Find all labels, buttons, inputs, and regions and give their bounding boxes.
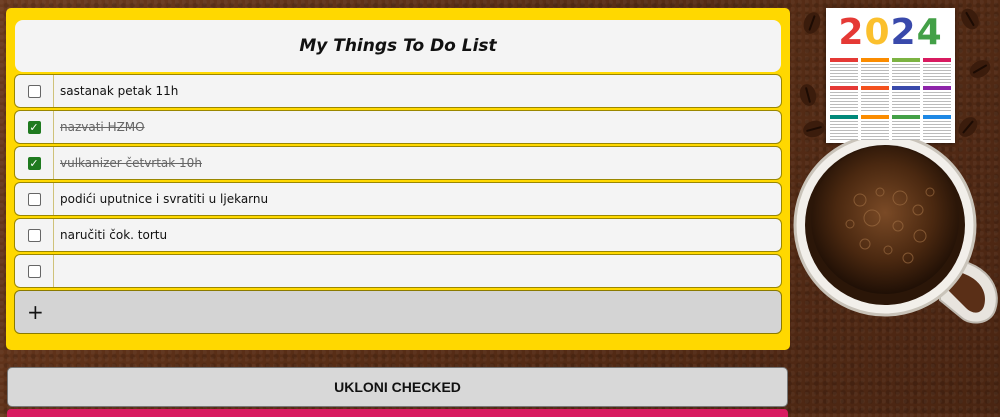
coffee-cup-image xyxy=(793,140,998,324)
todo-checkbox[interactable] xyxy=(27,192,41,206)
checkbox-cell xyxy=(15,111,54,143)
calendar-month xyxy=(923,86,951,112)
calendar-month xyxy=(861,114,889,140)
todo-checkbox[interactable] xyxy=(27,84,41,98)
calendar-month xyxy=(892,114,920,140)
todo-row: vulkanizer četvrtak 10h xyxy=(14,146,782,180)
checkbox-cell xyxy=(15,255,54,287)
todo-text[interactable]: podići uputnice i svratiti u ljekarnu xyxy=(54,183,268,215)
todo-row: sastanak petak 11h xyxy=(14,74,782,108)
todo-row: nazvati HZMO xyxy=(14,110,782,144)
todo-checkbox[interactable] xyxy=(27,264,41,278)
remove-checked-button[interactable]: UKLONI CHECKED xyxy=(7,367,788,407)
accent-bar xyxy=(7,409,788,417)
calendar-month xyxy=(861,58,889,84)
todo-checkbox[interactable] xyxy=(27,156,41,170)
year-digit: 2 xyxy=(890,12,917,53)
todo-text[interactable]: sastanak petak 11h xyxy=(54,75,178,107)
coffee-bean-image xyxy=(954,113,982,141)
todo-text[interactable] xyxy=(54,255,60,287)
calendar-month xyxy=(923,58,951,84)
year-digit: 0 xyxy=(864,12,891,53)
todo-text[interactable]: nazvati HZMO xyxy=(54,111,145,143)
checkbox-cell xyxy=(15,183,54,215)
calendar-month xyxy=(861,86,889,112)
checkbox-cell xyxy=(15,75,54,107)
calendar-month xyxy=(830,86,858,112)
calendar-month xyxy=(830,58,858,84)
todo-row: naručiti čok. tortu xyxy=(14,218,782,252)
todo-row: podići uputnice i svratiti u ljekarnu xyxy=(14,182,782,216)
calendar-month xyxy=(830,114,858,140)
year-digit: 2 xyxy=(838,12,865,53)
add-item-button[interactable]: + xyxy=(14,290,782,334)
calendar-month xyxy=(923,114,951,140)
calendar-image: 2024 xyxy=(826,8,955,143)
todo-checkbox[interactable] xyxy=(27,120,41,134)
checkbox-cell xyxy=(15,219,54,251)
calendar-months xyxy=(830,58,951,140)
checkbox-cell xyxy=(15,147,54,179)
todo-panel: My Things To Do List sastanak petak 11h … xyxy=(6,8,790,350)
coffee-bean-image xyxy=(801,118,827,140)
todo-row xyxy=(14,254,782,288)
todo-checkbox[interactable] xyxy=(27,228,41,242)
year-digit: 4 xyxy=(916,12,943,53)
coffee-bean-image xyxy=(797,82,819,108)
coffee-bean-image xyxy=(957,5,983,33)
todo-text[interactable]: vulkanizer četvrtak 10h xyxy=(54,147,202,179)
todo-text[interactable]: naručiti čok. tortu xyxy=(54,219,167,251)
calendar-year: 2024 xyxy=(826,12,955,53)
coffee-bean-image xyxy=(966,56,994,82)
coffee-bean-image xyxy=(800,9,824,37)
page-title: My Things To Do List xyxy=(299,36,497,56)
calendar-month xyxy=(892,58,920,84)
calendar-month xyxy=(892,86,920,112)
title-bar: My Things To Do List xyxy=(15,20,781,72)
